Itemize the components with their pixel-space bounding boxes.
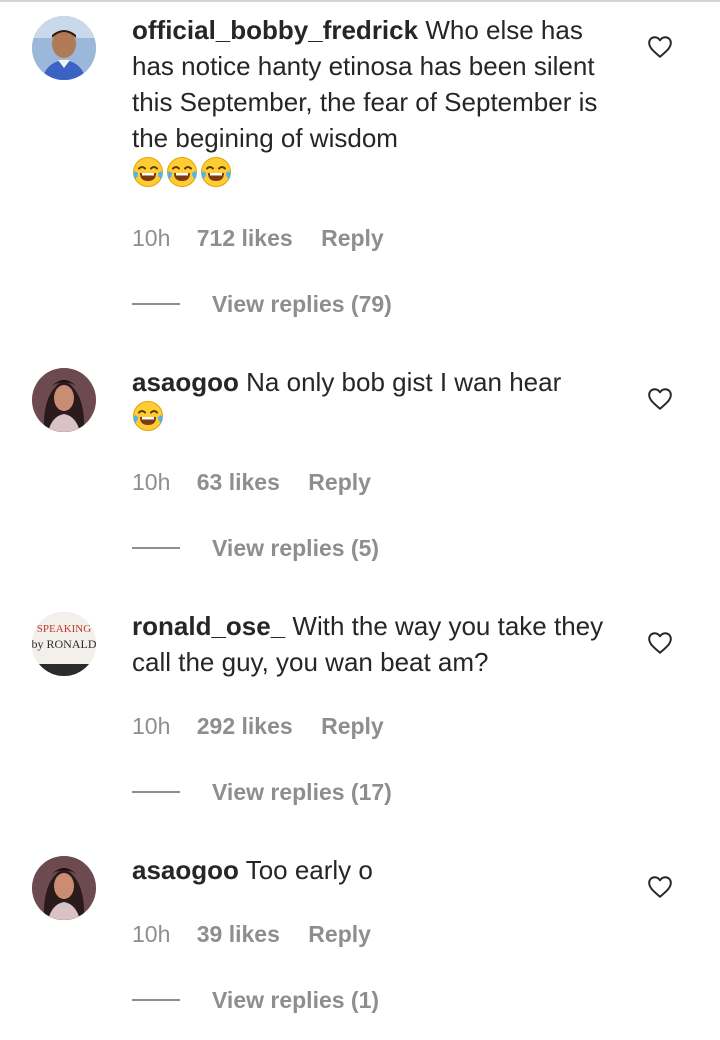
view-replies-button[interactable]: View replies (5) [132, 533, 532, 563]
avatar-brand-line2: by RONALD [32, 637, 96, 651]
comment-username[interactable]: asaogoo [132, 855, 239, 885]
comment-message: Too early o [245, 855, 373, 885]
heart-outline-icon[interactable] [647, 630, 673, 656]
avatar[interactable] [32, 368, 96, 432]
comment-time: 10h [132, 713, 171, 739]
comment-meta: 10h 63 likes Reply [132, 468, 371, 496]
view-replies-label[interactable]: View replies (1) [212, 985, 379, 1015]
comment-username[interactable]: ronald_ose_ [132, 611, 285, 641]
reply-button[interactable]: Reply [308, 920, 371, 948]
avatar[interactable]: SPEAKING by RONALD [32, 612, 96, 676]
joy-emoji-icon [132, 400, 164, 432]
heart-outline-icon[interactable] [647, 34, 673, 60]
reply-button[interactable]: Reply [321, 224, 384, 252]
comment-likes[interactable]: 63 likes [197, 468, 280, 496]
avatar[interactable] [32, 856, 96, 920]
comment-likes[interactable]: 292 likes [197, 712, 293, 740]
comment-likes[interactable]: 712 likes [197, 224, 293, 252]
comment-time: 10h [132, 921, 171, 947]
comment-message: Na only bob gist I wan hear [246, 367, 562, 397]
view-replies-label[interactable]: View replies (5) [212, 533, 379, 563]
joy-emoji-icon [132, 156, 164, 188]
view-replies-button[interactable]: View replies (17) [132, 777, 532, 807]
heart-outline-icon[interactable] [647, 386, 673, 412]
comment-meta: 10h 712 likes Reply [132, 224, 384, 252]
comment-text: asaogoo Too early o [132, 852, 612, 888]
comment-text: ronald_ose_ With the way you take they c… [132, 608, 612, 680]
comment-username[interactable]: asaogoo [132, 367, 239, 397]
view-replies-button[interactable]: View replies (79) [132, 289, 532, 319]
comment-username[interactable]: official_bobby_fredrick [132, 15, 418, 45]
comment-time: 10h [132, 469, 171, 495]
avatar[interactable] [32, 16, 96, 80]
comment-meta: 10h 292 likes Reply [132, 712, 384, 740]
replies-divider [132, 303, 180, 305]
replies-divider [132, 547, 180, 549]
reply-button[interactable]: Reply [321, 712, 384, 740]
view-replies-label[interactable]: View replies (17) [212, 777, 392, 807]
comment-time: 10h [132, 225, 171, 251]
comment-likes[interactable]: 39 likes [197, 920, 280, 948]
top-divider [0, 0, 720, 2]
heart-outline-icon[interactable] [647, 874, 673, 900]
replies-divider [132, 999, 180, 1001]
joy-emoji-icon [200, 156, 232, 188]
comment-meta: 10h 39 likes Reply [132, 920, 371, 948]
comment-text: asaogoo Na only bob gist I wan hear [132, 364, 612, 436]
reply-button[interactable]: Reply [308, 468, 371, 496]
view-replies-label[interactable]: View replies (79) [212, 289, 392, 319]
joy-emoji-icon [166, 156, 198, 188]
comment-text: official_bobby_fredrick Who else has has… [132, 12, 612, 192]
replies-divider [132, 791, 180, 793]
view-replies-button[interactable]: View replies (1) [132, 985, 532, 1015]
avatar-brand-line1: SPEAKING [37, 623, 91, 635]
